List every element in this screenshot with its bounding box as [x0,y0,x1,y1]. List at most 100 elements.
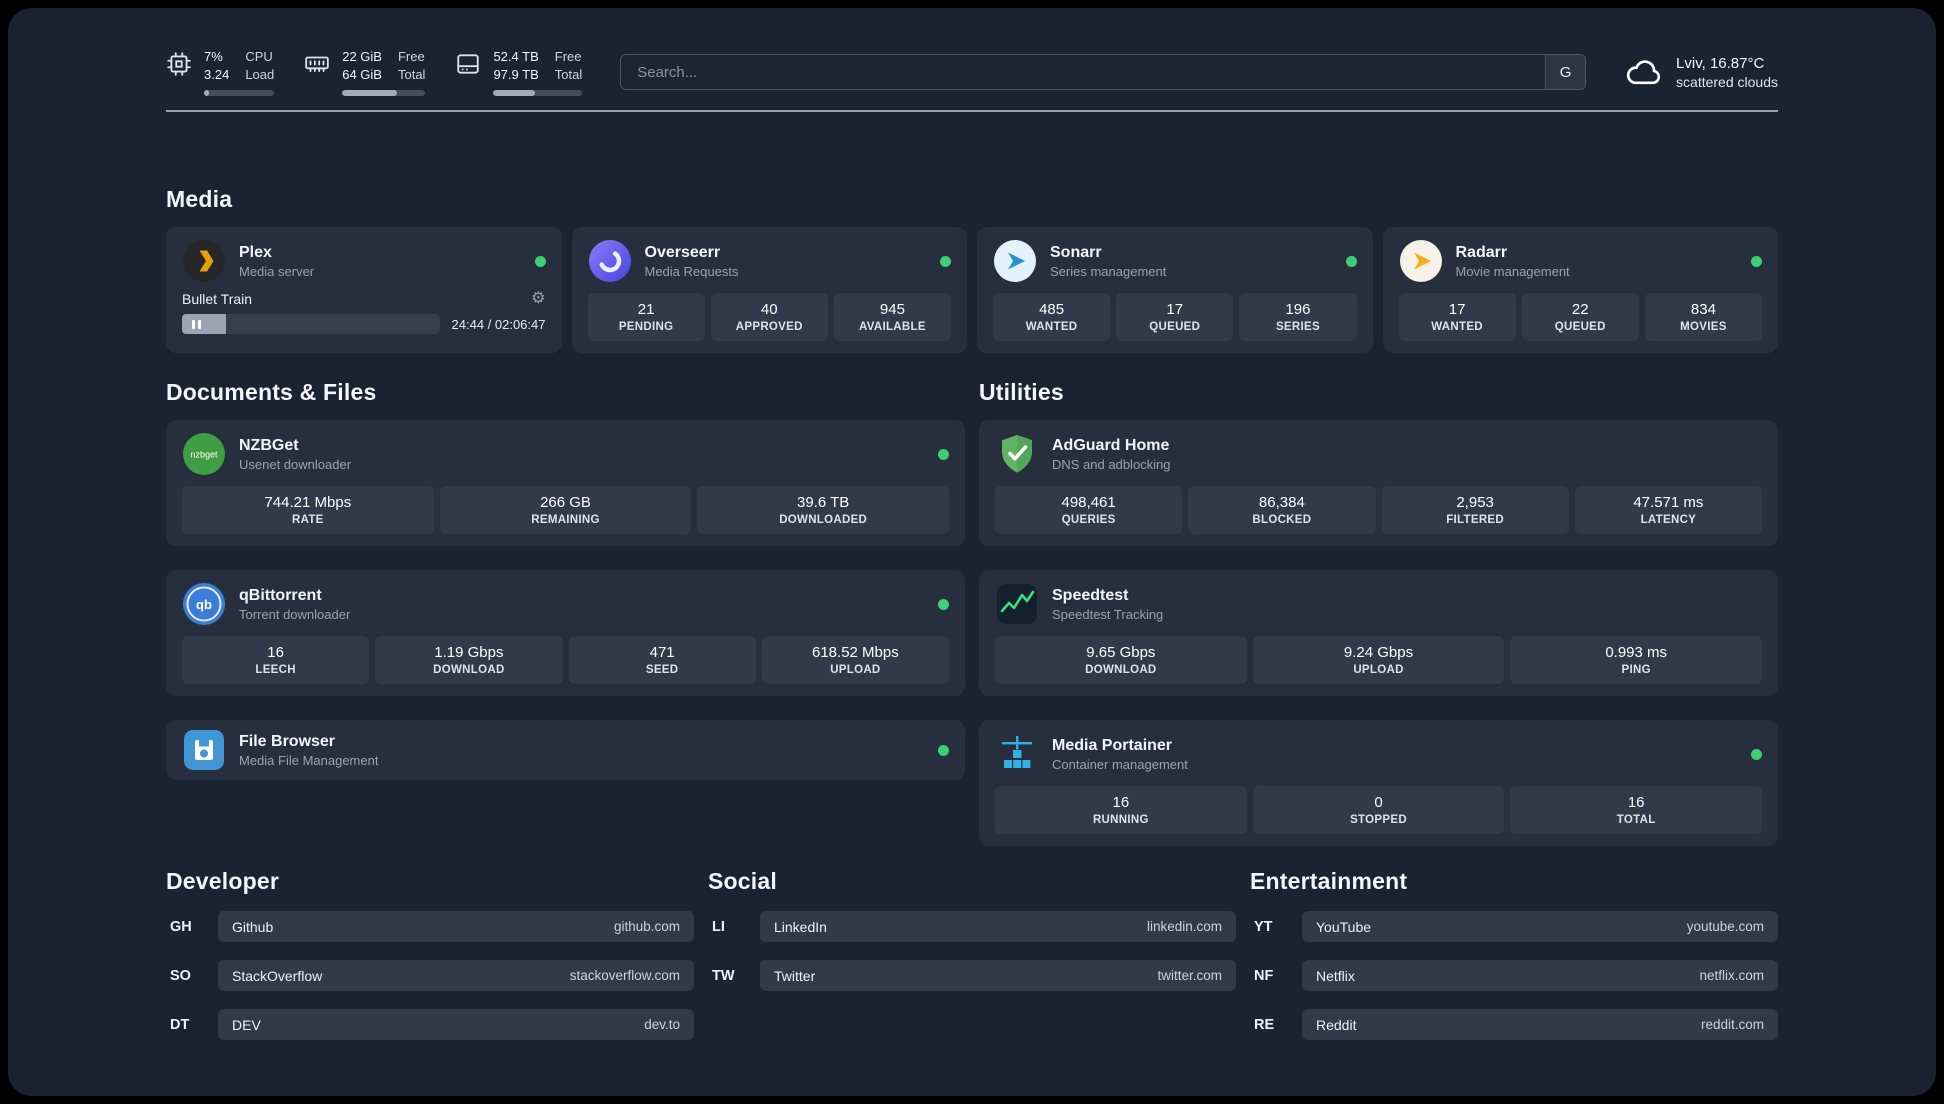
stat-value: 266 GB [540,494,591,512]
qbittorrent-card[interactable]: qb qBittorrent Torrent downloader 16 LEE… [166,570,965,697]
adguard-title-block: AdGuard Home DNS and adblocking [1052,437,1171,472]
stat-tile: 2,953 FILTERED [1381,486,1569,535]
stat-label: QUERIES [1061,514,1116,527]
plex-card-header: Plex Media server [182,239,546,283]
filebrowser-card[interactable]: File Browser Media File Management [166,720,965,781]
nzbget-card[interactable]: nzbget NZBGet Usenet downloader 744.21 M… [166,420,965,547]
memory-free-label: Free [397,49,425,64]
disk-usage-bar-fill [493,90,536,97]
app-subtitle: Torrent downloader [239,606,351,622]
app-subtitle: Usenet downloader [239,456,352,472]
stat-value: 2,953 [1456,494,1494,512]
stat-value: 0.993 ms [1605,644,1668,662]
bookmarks-section: Developer GH Github github.com SO StackO… [166,868,1778,1041]
cpu-usage-bar [204,90,275,97]
mid-section: Documents & Files nzbget NZBGet Usenet d… [166,379,1778,847]
online-status-dot [938,744,949,756]
bookmark-github[interactable]: Github github.com [218,911,694,943]
bookmark-dev[interactable]: DEV dev.to [218,1009,694,1041]
qbittorrent-card-header: qb qBittorrent Torrent downloader [182,582,949,626]
stat-value: 471 [649,644,675,662]
portainer-card[interactable]: Media Portainer Container management 16 … [979,720,1778,847]
media-section-title: Media [166,186,233,213]
search-engine-button[interactable]: G [1545,55,1586,90]
stat-tile: 22 QUEUED [1521,293,1639,342]
stat-tile: 266 GB REMAINING [439,486,692,535]
disk-widget: 52.4 TB 97.9 TB Free Total [455,48,583,97]
stat-tile: 17 QUEUED [1116,293,1234,342]
bookmark-url: twitter.com [1157,968,1222,984]
search-input[interactable] [621,55,1546,90]
app-name: Speedtest [1052,586,1129,604]
app-subtitle: DNS and adblocking [1052,456,1171,472]
bookmark-stackoverflow[interactable]: StackOverflow stackoverflow.com [218,960,694,992]
bookmark-name: Github [232,918,274,935]
nzbget-card-header: nzbget NZBGet Usenet downloader [182,432,949,476]
stat-value: 485 [1039,301,1065,319]
pause-button[interactable] [182,314,210,334]
stat-tile: 485 WANTED [993,293,1111,342]
speedtest-card-header: Speedtest Speedtest Tracking [995,582,1762,626]
filebrowser-icon [184,730,224,771]
memory-widget: 22 GiB 64 GiB Free Total [304,48,426,97]
svg-text:qb: qb [196,597,212,612]
adguard-card[interactable]: AdGuard Home DNS and adblocking 498,461 … [979,420,1778,547]
bookmark-linkedin[interactable]: LinkedIn linkedin.com [760,911,1236,943]
stat-value: 86,384 [1258,494,1305,512]
stat-value: 945 [879,301,905,319]
bookmark-youtube[interactable]: YouTube youtube.com [1302,911,1778,943]
seek-bar[interactable] [182,314,440,335]
radarr-stats: 17 WANTED 22 QUEUED 834 MOVIES [1398,293,1763,342]
stat-tile: 16 RUNNING [995,786,1247,835]
stat-value: 16 [1627,794,1645,812]
stat-value: 40 [760,301,778,319]
entertainment-section-title: Entertainment [1250,868,1408,895]
speedtest-card[interactable]: Speedtest Speedtest Tracking 9.65 Gbps D… [979,570,1778,697]
documents-column: Documents & Files nzbget NZBGet Usenet d… [166,379,965,781]
memory-total-label: Total [397,67,426,83]
weather-condition: scattered clouds [1676,73,1778,90]
nzbget-title-block: NZBGet Usenet downloader [239,437,351,472]
disk-free-label: Free [554,49,582,64]
disk-free-value: 52.4 TB [493,49,539,64]
sonarr-card[interactable]: Sonarr Series management 485 WANTED 17 Q… [977,227,1373,354]
online-status-dot [938,448,949,460]
adguard-stats: 498,461 QUERIES 86,384 BLOCKED 2,953 FIL… [995,486,1762,535]
bookmark-reddit[interactable]: Reddit reddit.com [1302,1009,1778,1041]
developer-column: Developer GH Github github.com SO StackO… [166,868,694,1041]
entertainment-column: Entertainment YT YouTube youtube.com NF … [1250,868,1778,1041]
disk-icon [457,54,480,74]
app-name: File Browser [239,732,336,750]
bookmark-abbr: RE [1254,1016,1275,1033]
cpu-load-label: Load [245,67,275,83]
stat-label: SEED [645,664,679,677]
bookmark-twitter[interactable]: Twitter twitter.com [760,960,1236,992]
gear-icon[interactable]: ⚙ [531,291,545,307]
stat-label: FILTERED [1446,514,1505,527]
portainer-card-header: Media Portainer Container management [995,732,1762,776]
overseerr-card[interactable]: Overseerr Media Requests 21 PENDING 40 A… [571,227,967,354]
plex-card[interactable]: Plex Media server Bullet Train ⚙ 24:44 /… [166,227,562,354]
app-subtitle: Media server [239,263,315,279]
overseerr-title-block: Overseerr Media Requests [645,244,739,279]
bookmark-abbr: NF [1254,967,1274,984]
stat-label: UPLOAD [830,664,881,677]
app-subtitle: Movie management [1455,263,1570,279]
radarr-card[interactable]: Radarr Movie management 17 WANTED 22 QUE… [1382,227,1778,354]
memory-free-value: 22 GiB [342,49,382,64]
stat-value: 498,461 [1061,494,1116,512]
stat-value: 47.571 ms [1633,494,1704,512]
memory-total-value: 64 GiB [342,67,382,83]
sonarr-title-block: Sonarr Series management [1050,244,1166,279]
bookmark-name: StackOverflow [232,967,323,984]
bookmark-abbr: GH [170,918,192,935]
bookmark-netflix[interactable]: Netflix netflix.com [1302,960,1778,992]
stat-value: 1.19 Gbps [434,644,504,662]
online-status-dot [940,255,951,267]
weather-location: Lviv, 16.87°C [1676,54,1765,72]
stat-value: 22 [1571,301,1589,319]
sonarr-card-header: Sonarr Series management [993,239,1357,283]
bookmark-url: reddit.com [1700,1017,1764,1033]
stat-value: 618.52 Mbps [812,644,899,662]
app-name: Plex [239,243,272,261]
